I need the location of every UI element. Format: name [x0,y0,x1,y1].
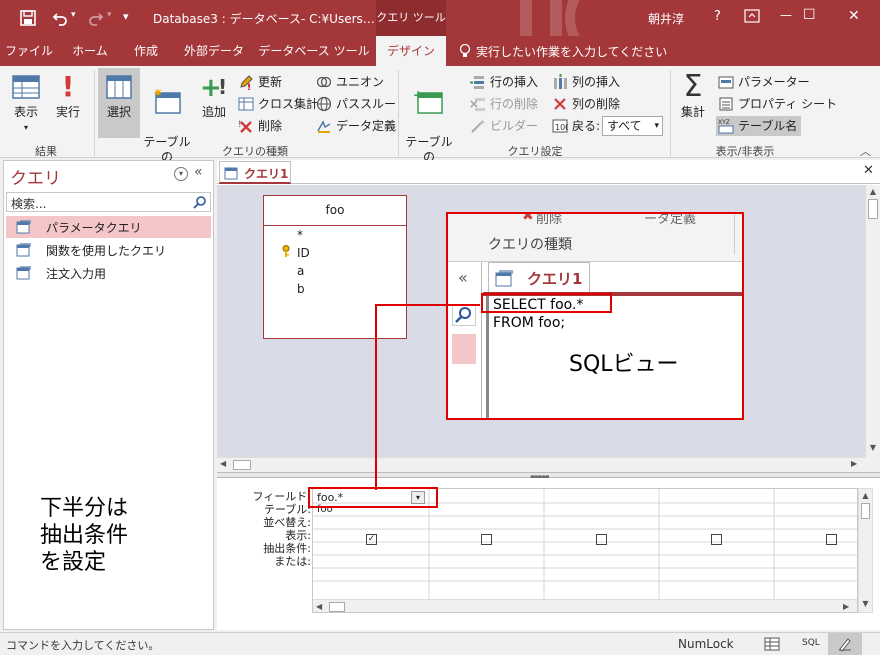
numlock-indicator: NumLock [678,637,734,651]
datasheet-view-switch-icon[interactable] [764,636,780,652]
status-bar: コマンドを入力してください。 NumLock SQL [0,632,880,655]
design-view-switch-icon[interactable] [828,633,862,655]
status-message: コマンドを入力してください。 [6,639,160,652]
annotation-connector [375,304,480,490]
sql-view-switch-button[interactable]: SQL [802,638,820,648]
